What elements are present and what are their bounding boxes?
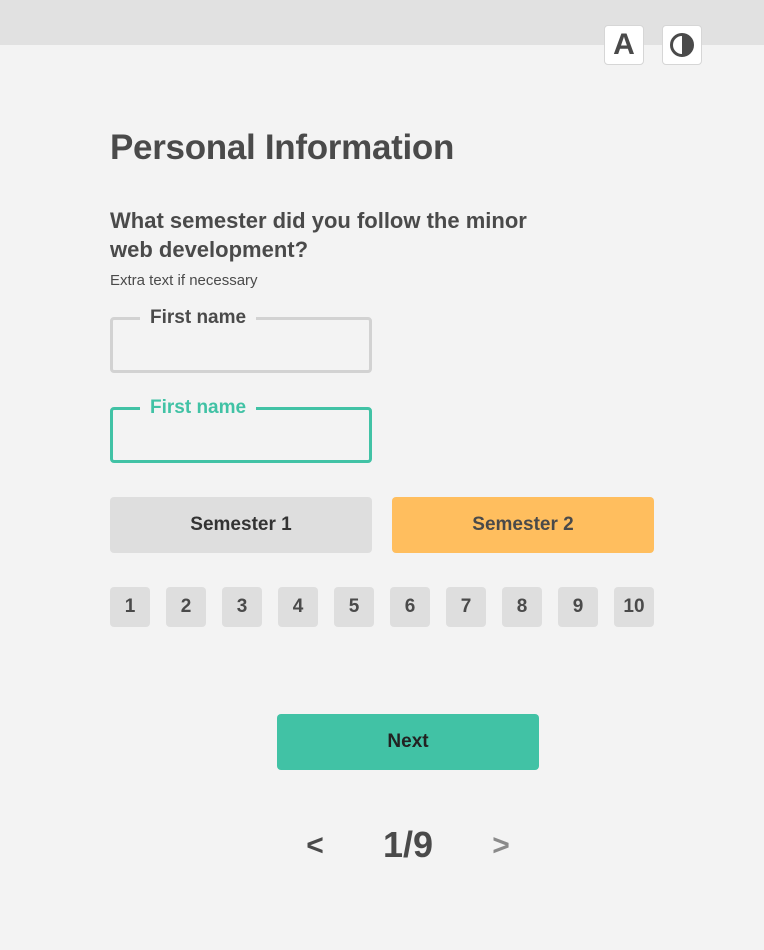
number-button-10[interactable]: 10 <box>614 587 654 627</box>
semester-2-button[interactable]: Semester 2 <box>392 497 654 553</box>
number-button-9[interactable]: 9 <box>558 587 598 627</box>
number-button-2[interactable]: 2 <box>166 587 206 627</box>
first-name-field-focused[interactable]: First name <box>110 396 372 463</box>
first-name-field[interactable]: First name <box>110 306 372 373</box>
contrast-button[interactable] <box>662 25 702 65</box>
number-button-7[interactable]: 7 <box>446 587 486 627</box>
helper-text: Extra text if necessary <box>110 272 258 289</box>
number-button-5[interactable]: 5 <box>334 587 374 627</box>
question-text: What semester did you follow the minor w… <box>110 208 527 262</box>
page-indicator: 1/9 <box>382 824 434 865</box>
font-size-icon: A <box>613 28 635 61</box>
number-choice-row: 1 2 3 4 5 6 7 8 9 10 <box>110 587 654 627</box>
number-button-8[interactable]: 8 <box>502 587 542 627</box>
number-button-3[interactable]: 3 <box>222 587 262 627</box>
number-button-6[interactable]: 6 <box>390 587 430 627</box>
page-title: Personal Information <box>110 128 455 167</box>
number-button-1[interactable]: 1 <box>110 587 150 627</box>
first-name-input[interactable] <box>121 334 361 362</box>
first-name-input-focused[interactable] <box>121 424 361 452</box>
font-size-button[interactable]: A <box>604 25 644 65</box>
top-bar <box>0 0 764 45</box>
next-button[interactable]: Next <box>277 714 539 770</box>
semester-1-button[interactable]: Semester 1 <box>110 497 372 553</box>
first-name-label: First name <box>140 306 257 330</box>
next-page-button[interactable]: > <box>488 828 514 864</box>
contrast-icon <box>670 33 694 57</box>
previous-page-button[interactable]: < <box>302 828 328 864</box>
number-button-4[interactable]: 4 <box>278 587 318 627</box>
first-name-label-focused: First name <box>140 396 257 420</box>
